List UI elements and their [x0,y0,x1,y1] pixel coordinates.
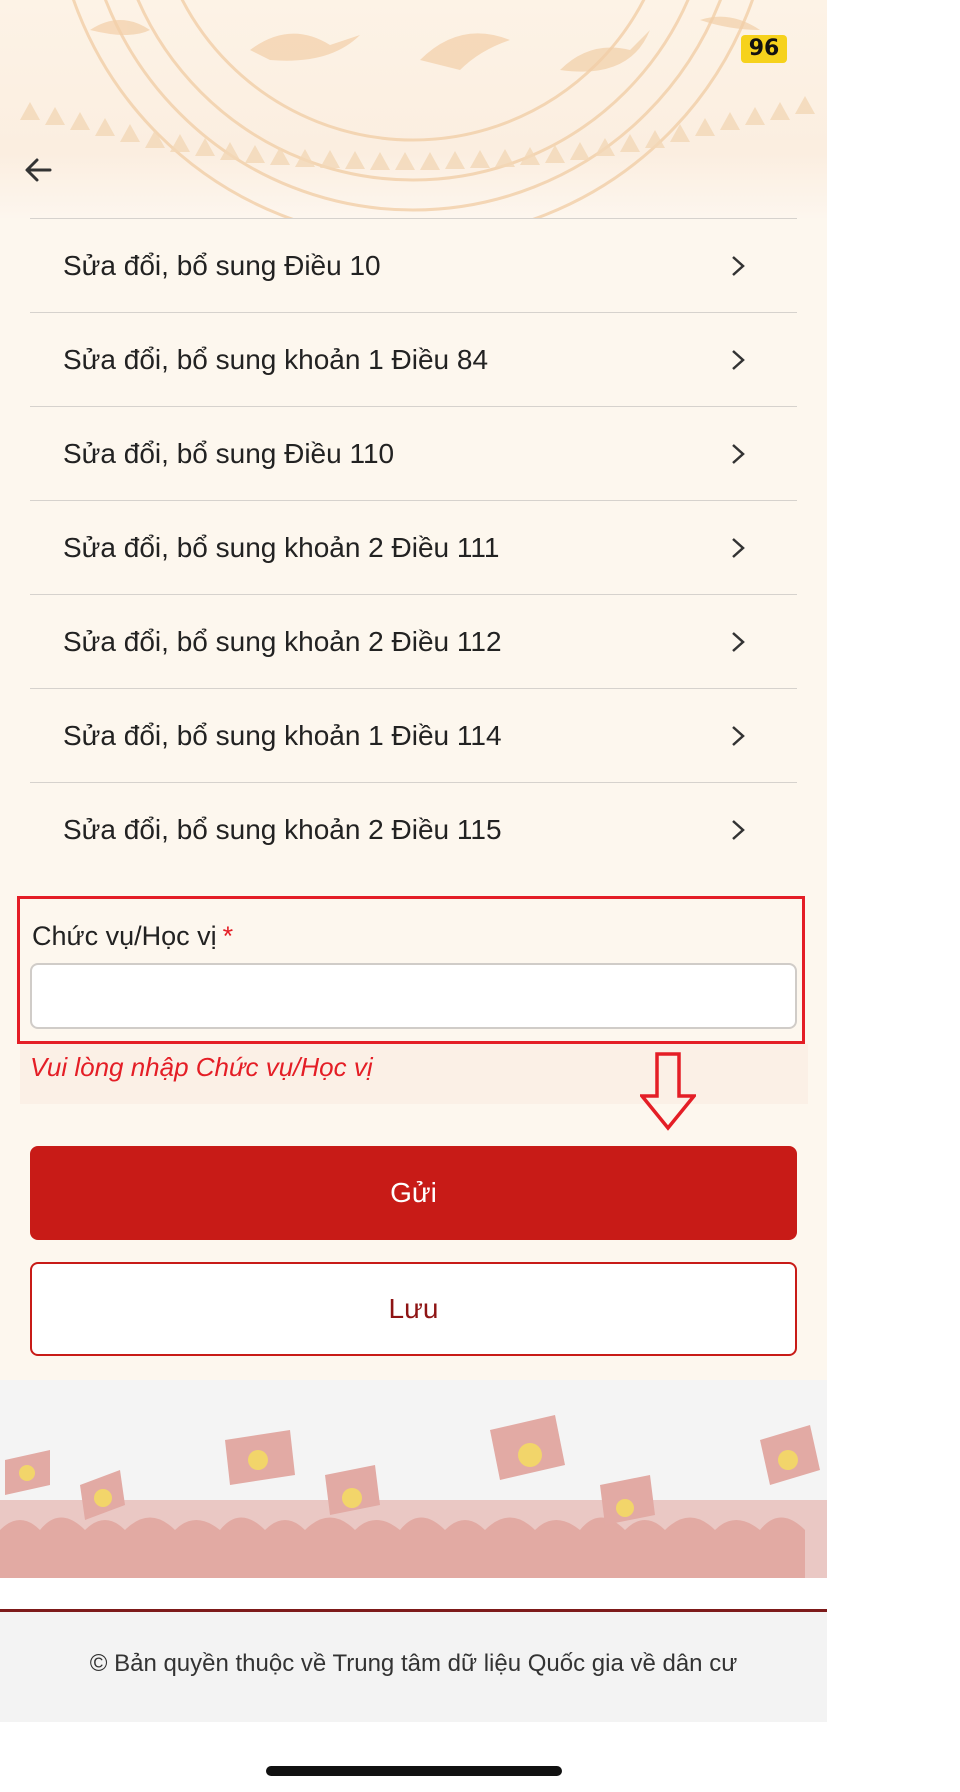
position-field-highlight: Chức vụ/Học vị * [17,896,805,1044]
content-panel: Sửa đổi, bổ sung Điều 10 Sửa đổi, bổ sun… [0,218,827,1380]
chevron-right-icon [732,726,745,746]
chevron-right-icon [732,256,745,276]
flags-crowd-illustration [0,1380,827,1578]
drum-pattern-decoration [20,0,815,218]
footer: © Bản quyền thuộc về Trung tâm dữ liệu Q… [0,1612,827,1722]
list-item[interactable]: Sửa đổi, bổ sung Điều 110 [30,406,797,500]
save-button[interactable]: Lưu [30,1262,797,1356]
list-item-label: Sửa đổi, bổ sung khoản 1 Điều 84 [63,343,489,375]
send-button[interactable]: Gửi [30,1146,797,1240]
arrow-down-icon [640,1052,696,1131]
list-item[interactable]: Sửa đổi, bổ sung Điều 10 [30,218,797,312]
list-item-label: Sửa đổi, bổ sung khoản 2 Điều 111 [63,531,500,563]
chevron-right-icon [732,444,745,464]
copyright-text: © Bản quyền thuộc về Trung tâm dữ liệu Q… [89,1650,738,1677]
position-label-text: Chức vụ/Học vị [32,921,217,951]
list-item-label: Sửa đổi, bổ sung Điều 10 [63,249,381,281]
position-field-label: Chức vụ/Học vị * [32,921,233,952]
crowd-flags-decoration [0,1415,827,1578]
list-item[interactable]: Sửa đổi, bổ sung khoản 2 Điều 115 [30,782,797,876]
list-item[interactable]: Sửa đổi, bổ sung khoản 2 Điều 112 [30,594,797,688]
position-input[interactable] [30,963,797,1029]
app-screen: 96 Sửa đổi, bổ sung Điều 10 Sửa đổi, bổ … [0,0,827,1792]
list-item[interactable]: Sửa đổi, bổ sung khoản 1 Điều 84 [30,312,797,406]
chevron-right-icon [732,820,745,840]
amendment-list: Sửa đổi, bổ sung Điều 10 Sửa đổi, bổ sun… [30,218,797,876]
list-item-label: Sửa đổi, bổ sung Điều 110 [63,437,395,469]
list-item-label: Sửa đổi, bổ sung khoản 2 Điều 115 [63,813,502,845]
arrow-left-icon [25,158,52,182]
list-item-label: Sửa đổi, bổ sung khoản 1 Điều 114 [63,719,502,751]
status-badge: 96 [741,35,787,63]
chevron-right-icon [732,632,745,652]
list-item-label: Sửa đổi, bổ sung khoản 2 Điều 112 [63,625,502,657]
chevron-right-icon [732,538,745,558]
chevron-right-icon [732,350,745,370]
list-item[interactable]: Sửa đổi, bổ sung khoản 1 Điều 114 [30,688,797,782]
header-banner: 96 [0,0,827,218]
home-indicator [266,1766,562,1776]
required-star: * [222,921,234,951]
back-button[interactable] [22,152,62,188]
list-item[interactable]: Sửa đổi, bổ sung khoản 2 Điều 111 [30,500,797,594]
validation-error: Vui lòng nhập Chức vụ/Học vị [30,1052,373,1082]
